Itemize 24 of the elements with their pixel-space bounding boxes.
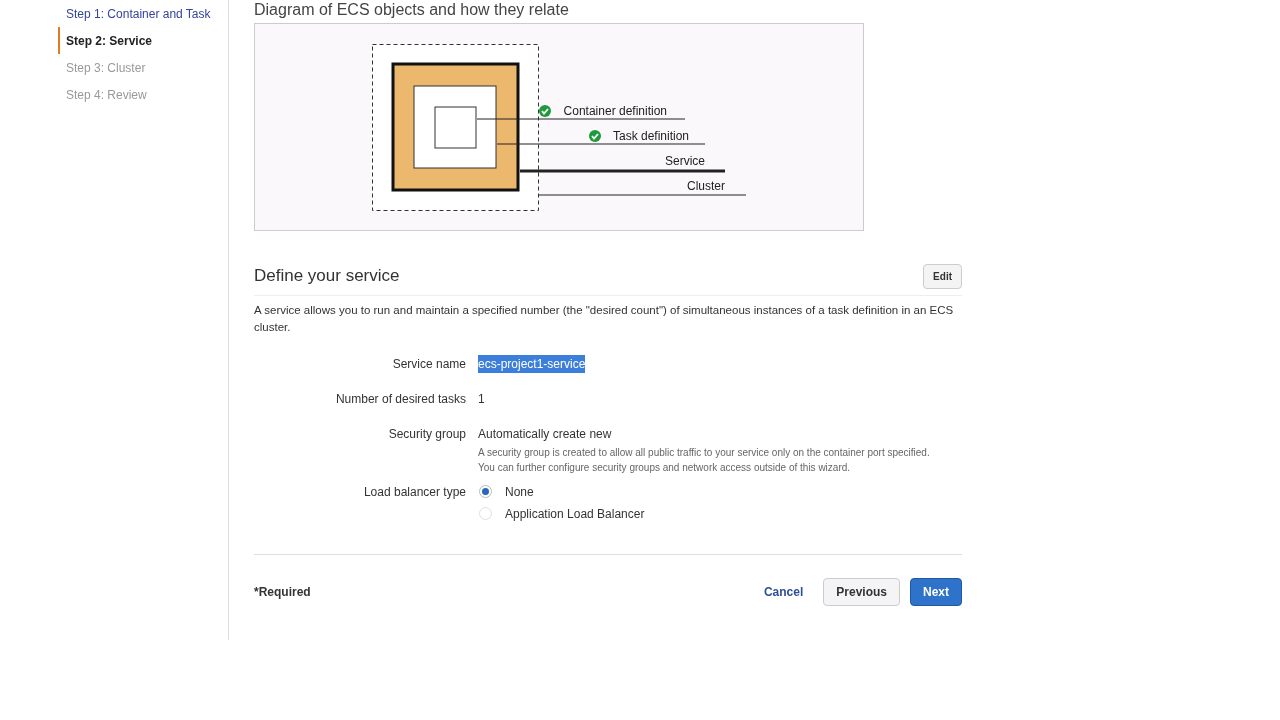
step-link[interactable]: Step 1: Container and Task (66, 4, 211, 23)
field-value[interactable]: ecs-project1-service (478, 354, 586, 373)
radio-label: Application Load Balancer (505, 505, 645, 523)
help-text: A security group is created to allow all public traffic to your service only on the container port specified. You can further configure security groups and network access outside of this wizard. (478, 445, 931, 475)
radio-label: None (505, 483, 534, 501)
diagram-label: Service (665, 154, 705, 168)
required-note: *Required (254, 583, 311, 601)
field-label: Load balancer type (362, 483, 467, 501)
field-label: Number of desired tasks (334, 390, 467, 408)
diagram-label: Task definition (612, 129, 689, 143)
field-value: 1 (478, 390, 485, 408)
section-title: Define your service (254, 265, 400, 287)
field-label: Service name (391, 355, 467, 373)
previous-button[interactable]: Previous (823, 577, 900, 606)
step-link[interactable]: Step 2: Service (66, 31, 153, 50)
section-description: A service allows you to run and maintain a specified number (the "desired count") of simultaneous instances of a task definition in an ECS cluster. (254, 302, 954, 335)
section-title: Diagram of ECS objects and how they relate (254, 0, 569, 20)
next-button[interactable]: Next (910, 577, 962, 606)
field-label: Security group (387, 425, 467, 443)
cancel-link[interactable]: Cancel (753, 582, 814, 601)
diagram-label: Cluster (687, 179, 725, 193)
diagram-label: Container definition (563, 104, 667, 118)
field-value: Automatically create new (478, 425, 612, 443)
edit-button[interactable]: Edit (923, 263, 962, 289)
